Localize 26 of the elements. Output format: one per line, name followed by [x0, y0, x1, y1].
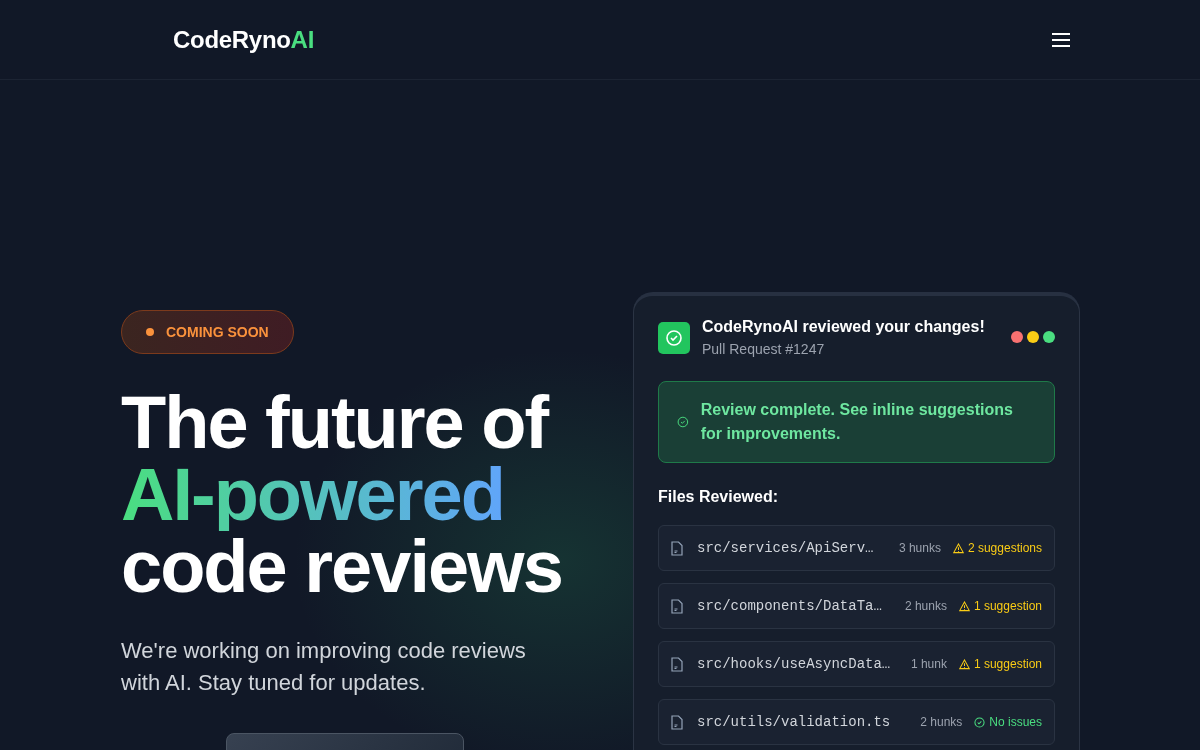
coming-soon-badge: COMING SOON — [121, 310, 294, 354]
files-heading: Files Reviewed: — [658, 488, 780, 506]
file-path: src/utils/validation.ts — [697, 714, 892, 730]
hunk-count: 1 hunk — [910, 657, 947, 671]
file-row[interactable]: src/utils/validation.ts 2 hunks No issues — [658, 699, 1055, 745]
logo-accent[interactable]: AI — [290, 25, 314, 53]
hunk-count: 2 hunks — [904, 599, 947, 613]
headline-line: code reviews — [121, 531, 563, 603]
file-row[interactable]: src/services/ApiServ… 3 hunks 2 suggestions — [658, 525, 1055, 571]
file-status: 2 suggestions — [952, 541, 1042, 555]
card-subtitle: Pull Request #1247 — [702, 341, 826, 357]
file-path: src/components/DataTa… — [697, 598, 883, 614]
hunk-count: 3 hunks — [898, 541, 941, 555]
file-path: src/hooks/useAsyncData… — [697, 656, 892, 672]
file-row[interactable]: src/components/DataTa… 2 hunks 1 suggestion — [658, 583, 1055, 629]
headline-line: The future of — [121, 387, 550, 459]
file-status: 1 suggestion — [958, 599, 1042, 613]
file-status: No issues — [974, 715, 1042, 729]
alert-text: Review complete. See inline suggestions for improvements. — [700, 400, 1014, 444]
file-path: src/services/ApiServ… — [697, 540, 875, 556]
card-title: CodeRynoAI reviewed your changes! — [702, 318, 986, 336]
hunk-count: 2 hunks — [920, 715, 963, 729]
file-row[interactable]: src/hooks/useAsyncData… 1 hunk 1 suggestion — [658, 641, 1055, 687]
logo-text[interactable]: CodeRyno — [173, 25, 291, 53]
file-status: 1 suggestion — [958, 657, 1042, 671]
subtitle: We're working on improving code reviews with AI. Stay tuned for updates. — [121, 637, 527, 697]
